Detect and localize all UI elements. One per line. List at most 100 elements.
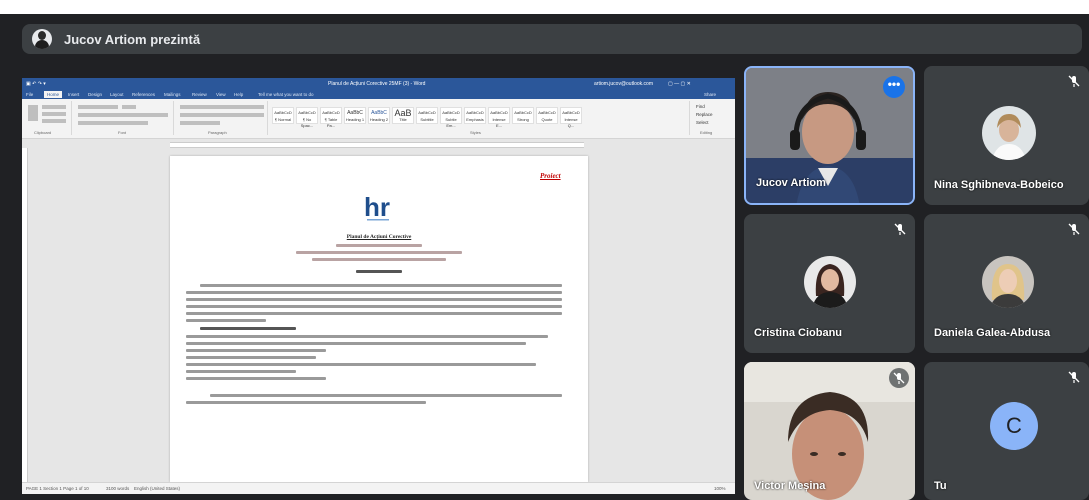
style-intense-quote[interactable]: Intense Q... AaBbCcD [560,107,582,128]
text-line [336,244,422,247]
participant-name: Nina Sghibneva-Bobeico [934,179,1064,191]
participant-tile[interactable]: C Tu [924,362,1089,500]
font-format-buttons[interactable] [78,113,168,117]
tab-review[interactable]: Review [192,92,207,97]
font-size-select[interactable] [122,105,136,109]
participant-tile[interactable]: Victor Meșina [744,362,915,500]
participant-name: Tu [934,480,947,492]
participant-name: Cristina Ciobanu [754,327,843,339]
language-status: English (United States) [134,486,181,491]
tab-home[interactable]: Home [44,91,63,98]
tell-me-search[interactable]: Tell me what you want to do [258,92,314,97]
style-subtitle[interactable]: Subtitle AaBbCcD [416,107,438,124]
section-heading [356,270,402,273]
presentation-bar[interactable]: Jucov Artiom prezintă [22,24,1082,54]
paragraph-label: Paragraph [208,130,227,135]
zoom-level[interactable]: 100% [714,486,726,491]
style-heading-2[interactable]: Heading 2 AaBbC [368,107,390,124]
participant-name: Daniela Galea-Abdusa [934,327,1051,339]
mic-off-icon [1068,75,1080,87]
tab-layout[interactable]: Layout [110,92,124,97]
participant-name: Victor Meșina [754,480,826,492]
text-line [186,305,562,308]
text-line [186,363,536,366]
participant-avatar [804,256,856,308]
paste-icon[interactable] [28,105,38,121]
style-heading-1[interactable]: Heading 1 AaBbC [344,107,366,124]
tab-view[interactable]: View [216,92,226,97]
paragraph-group[interactable]: Paragraph [176,101,268,135]
styles-label: Styles [470,130,481,135]
document-page[interactable]: Proiect hr Planul de Acțiuni Corective [170,156,588,482]
text-line [312,258,446,261]
text-line [186,377,326,380]
ribbon-tabs: File Home Insert Design Layout Reference… [22,90,735,99]
participant-tile[interactable]: Cristina Ciobanu [744,214,915,353]
style-no-spacing[interactable]: ¶ No Spac... AaBbCcD [296,107,318,128]
find-button[interactable]: Find [696,104,705,109]
participant-tile[interactable]: ••• Jucov Artiom [744,66,915,205]
top-band [0,0,1089,14]
tab-references[interactable]: References [132,92,155,97]
text-line [186,335,548,338]
text-line [200,284,562,287]
text-line [186,298,562,301]
format-painter-button[interactable] [42,119,66,123]
document-title: Planul de Acțiuni Corective [346,234,412,240]
tab-insert[interactable]: Insert [68,92,79,97]
participant-tile[interactable]: Nina Sghibneva-Bobeico [924,66,1089,205]
mic-off-icon [1068,371,1080,383]
text-line [186,370,296,373]
style-strong[interactable]: Strong AaBbCcD [512,107,534,124]
style-emphasis[interactable]: Emphasis AaBbCcD [464,107,486,124]
text-line [186,291,562,294]
mic-off-icon [894,223,906,235]
tab-file[interactable]: File [26,92,33,97]
presenter-label: Jucov Artiom prezintă [64,31,201,47]
shared-screen: ▣ ↶ ↷ ▾ Planul de Acțiuni Corective 25MF… [22,78,735,494]
style-subtle-emphasis[interactable]: Subtle Em... AaBbCcD [440,107,462,128]
select-button[interactable]: Select [696,120,709,125]
editing-group[interactable]: Find Replace Select Editing [692,101,732,135]
text-line [186,401,426,404]
font-family-select[interactable] [78,105,118,109]
cut-button[interactable] [42,105,66,109]
mic-off-icon [893,372,905,384]
align-buttons[interactable] [180,113,264,117]
participant-avatar [982,256,1034,308]
horizontal-ruler[interactable] [170,142,584,148]
list-buttons[interactable] [180,105,264,109]
style-intense-emphasis[interactable]: Intense E... AaBbCcD [488,107,510,128]
tab-help[interactable]: Help [234,92,243,97]
ribbon: Clipboard Font Paragraph ¶ Normal AaBbCcD… [22,99,735,139]
styles-group[interactable]: ¶ Normal AaBbCcD ¶ No Spac... AaBbCcD ¶ Ta… [270,101,690,135]
font-color-buttons[interactable] [78,121,148,125]
text-line [210,394,562,397]
word-title-bar: ▣ ↶ ↷ ▾ Planul de Acțiuni Corective 25MF… [22,78,735,90]
text-line [186,319,266,322]
more-options-icon[interactable]: ••• [883,76,905,98]
vertical-ruler[interactable] [22,148,28,483]
style-table-paragraph[interactable]: ¶ Table Pa... AaBbCcD [320,107,342,128]
tab-mailings[interactable]: Mailings [164,92,181,97]
clipboard-group[interactable]: Clipboard [24,101,72,135]
editing-label: Editing [700,130,713,135]
style-quote[interactable]: Quote AaBbCcD [536,107,558,124]
copy-button[interactable] [42,112,66,116]
window-controls-icon: ▢ — ▢ ✕ [668,81,691,87]
account-label: artiom.jucov@outlook.com [594,81,653,87]
shading-buttons[interactable] [180,121,220,125]
text-line [186,312,562,315]
style-normal[interactable]: ¶ Normal AaBbCcD [272,107,294,124]
replace-button[interactable]: Replace [696,112,713,117]
tab-design[interactable]: Design [88,92,102,97]
text-line [186,349,326,352]
text-line [296,251,462,254]
share-button[interactable]: Share [704,92,716,97]
participant-tile[interactable]: Daniela Galea-Abdusa [924,214,1089,353]
font-group[interactable]: Font [74,101,174,135]
style-title[interactable]: Title AaB [392,107,414,124]
presenter-avatar [32,29,52,49]
status-bar: PAGE 1 Section 1 Page 1 of 10 3100 words… [22,482,735,494]
mic-off-icon [1068,223,1080,235]
